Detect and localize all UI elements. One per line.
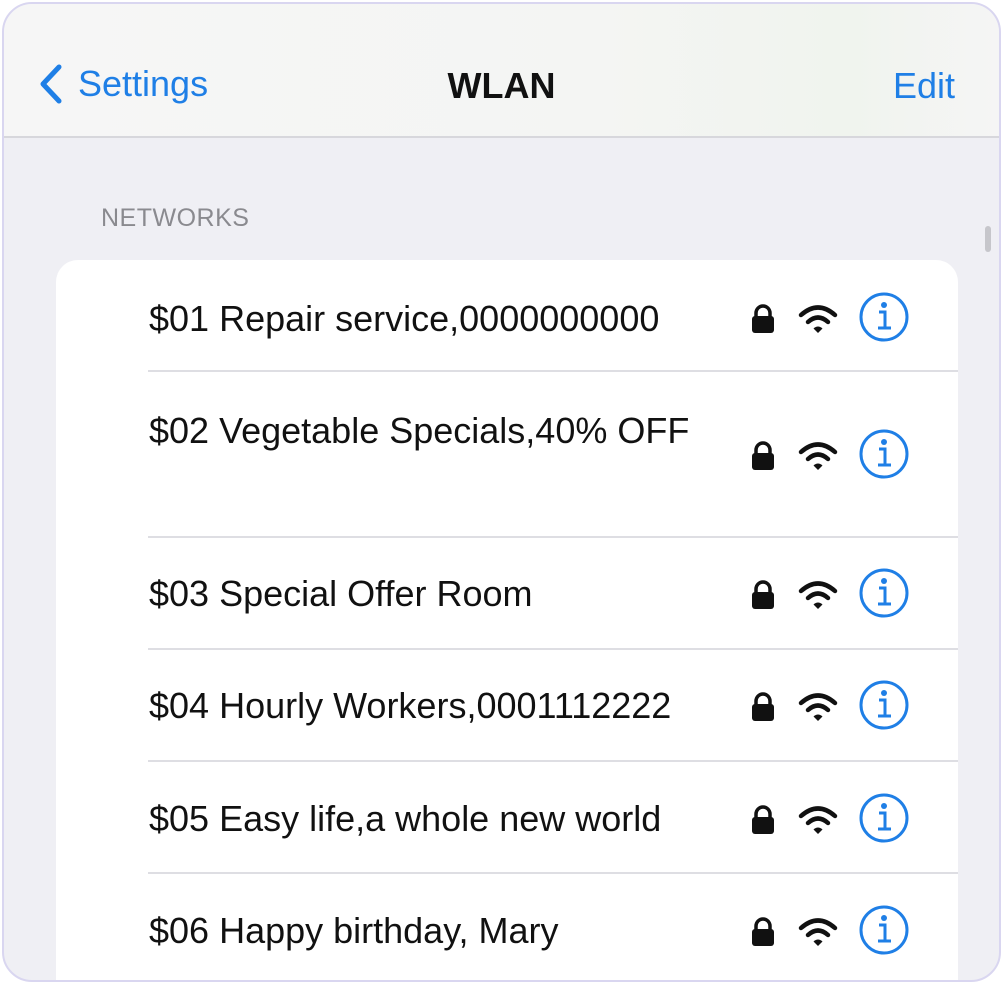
wifi-icon	[798, 442, 838, 470]
network-name: $06 Happy birthday, Mary	[149, 910, 559, 951]
lock-icon	[752, 692, 774, 721]
lock-icon	[752, 580, 774, 609]
lock-icon	[752, 805, 774, 834]
lock-icon	[752, 917, 774, 946]
network-name: $03 Special Offer Room	[149, 573, 533, 614]
network-row[interactable]: $06 Happy birthday, Mary	[56, 874, 958, 980]
lock-icon	[752, 441, 774, 470]
info-icon[interactable]	[858, 291, 910, 343]
network-row[interactable]: $04 Hourly Workers,0001112222	[56, 650, 958, 762]
edit-button[interactable]: Edit	[893, 66, 955, 106]
info-icon[interactable]	[858, 792, 910, 844]
wifi-icon	[798, 581, 838, 609]
wifi-icon	[798, 305, 838, 333]
network-name: $01 Repair service,0000000000	[149, 298, 660, 339]
networks-section-header: NETWORKS	[101, 204, 250, 232]
network-name: $05 Easy life,a whole new world	[149, 798, 662, 839]
info-icon[interactable]	[858, 679, 910, 731]
network-row[interactable]: $05 Easy life,a whole new world	[56, 762, 958, 874]
info-icon[interactable]	[858, 904, 910, 956]
network-row[interactable]: $03 Special Offer Room	[56, 538, 958, 650]
navigation-bar: Settings WLAN Edit	[4, 4, 999, 138]
info-icon[interactable]	[858, 567, 910, 619]
lock-icon	[752, 304, 774, 333]
network-name: $02 Vegetable Specials,40% OFF	[149, 410, 690, 451]
wifi-icon	[798, 918, 838, 946]
scrollbar[interactable]	[985, 226, 991, 252]
wifi-icon	[798, 806, 838, 834]
network-name: $04 Hourly Workers,0001112222	[149, 685, 672, 726]
page-title: WLAN	[447, 65, 556, 106]
networks-list: $01 Repair service,0000000000 $02 Vegeta…	[56, 260, 958, 980]
wlan-settings-screen: Settings WLAN Edit NETWORKS $01 Repair s…	[2, 2, 1001, 982]
info-icon[interactable]	[858, 428, 910, 480]
network-row[interactable]: $02 Vegetable Specials,40% OFF	[56, 372, 958, 538]
network-row[interactable]: $01 Repair service,0000000000	[56, 260, 958, 372]
wifi-icon	[798, 693, 838, 721]
